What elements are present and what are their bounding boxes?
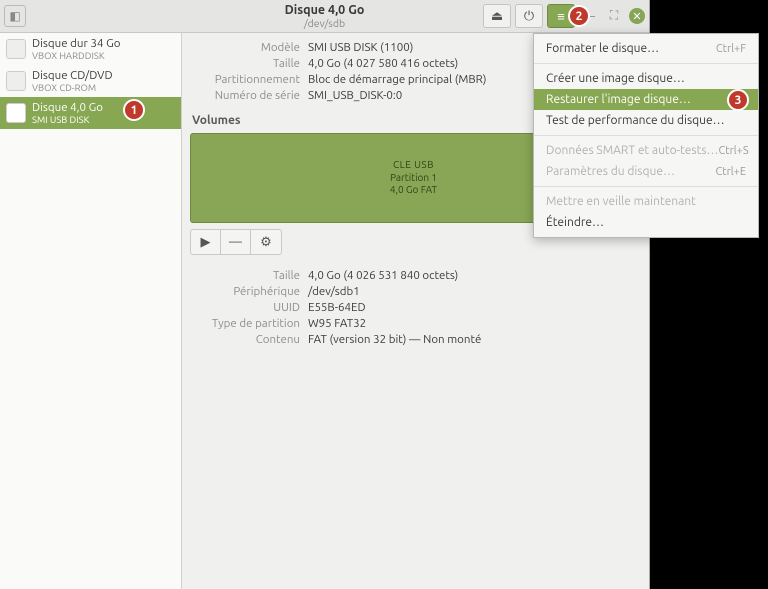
menu-poweroff[interactable]: Éteindre… [534,212,758,233]
hdd-icon [6,39,26,59]
partition-props: Taille 4,0 Go (4 026 531 840 octets) Péri… [190,269,637,346]
power-button[interactable]: ⏻ [515,4,543,28]
volume-partition-label: Partition 1 [390,172,437,185]
menu-restore-image[interactable]: Restaurer l'image disque… [534,89,758,110]
restore-button[interactable]: ⛶ [607,9,621,23]
annotation-badge-1: 1 [123,99,145,121]
menu-separator [534,186,758,187]
menu-separator [534,63,758,64]
sidebar-item-usb[interactable]: Disque 4,0 Go SMI USB DISK [0,97,181,129]
header-buttons: ⏏ ⏻ ≡ – ⛶ ✕ [479,4,645,28]
close-button[interactable]: ✕ [629,8,645,24]
volume-toolbar: ▶ — ⚙ [190,229,282,255]
menu-create-image[interactable]: Créer une image disque… [534,68,758,89]
power-icon: ⏻ [524,9,534,24]
annotation-badge-3: 3 [727,89,749,111]
prop-key: Contenu [190,333,300,346]
prop-value: 4,0 Go (4 026 531 840 octets) [308,269,637,282]
prop-value: E55B-64ED [308,301,637,314]
prop-value: W95 FAT32 [308,317,637,330]
sidebar-item-sublabel: SMI USB DISK [32,114,103,125]
eject-icon: ⏏ [491,9,503,24]
menu-smart: Données SMART et auto-tests…Ctrl+S [534,140,758,161]
close-icon: ✕ [632,10,641,23]
minus-icon: — [221,230,250,254]
prop-key: Taille [190,57,300,70]
sidebar-item-sublabel: VBOX HARDDISK [32,50,120,61]
sidebar-item-cd[interactable]: Disque CD/DVD VBOX CD-ROM [0,65,181,97]
prop-value: FAT (version 32 bit) — Non monté [308,333,637,346]
delete-partition-button[interactable]: — [221,230,251,254]
drive-menu-popover: Formater le disque…Ctrl+F Créer une imag… [533,33,759,238]
prop-key: UUID [190,301,300,314]
titlebar: ◧ Disque 4,0 Go /dev/sdb ⏏ ⏻ ≡ – ⛶ ✕ [0,0,649,33]
menu-benchmark[interactable]: Test de performance du disque… [534,110,758,131]
prop-key: Périphérique [190,285,300,298]
mount-button[interactable]: ▶ [191,230,221,254]
prop-key: Partitionnement [190,73,300,86]
prop-value: /dev/sdb1 [308,285,637,298]
annotation-badge-2: 2 [568,5,590,27]
menu-standby: Mettre en veille maintenant [534,191,758,212]
sidebar-item-label: Disque dur 34 Go [32,37,120,50]
prop-key: Type de partition [190,317,300,330]
volume-size-label: 4,0 Go FAT [390,184,437,197]
menu-drive-settings: Paramètres du disque…Ctrl+E [534,161,758,182]
menu-separator [534,135,758,136]
usb-disk-icon [6,103,26,123]
play-icon: ▶ [191,230,220,254]
prop-key: Modèle [190,41,300,54]
window-controls: – ⛶ ✕ [585,8,645,24]
cd-icon [6,71,26,91]
restore-icon: ⛶ [610,9,618,23]
sidebar-item-label: Disque CD/DVD [32,69,113,82]
gear-icon: ⚙ [251,230,281,254]
prop-key: Numéro de série [190,89,300,102]
sidebar-item-hdd[interactable]: Disque dur 34 Go VBOX HARDDISK [0,33,181,65]
prop-key: Taille [190,269,300,282]
sidebar-item-label: Disque 4,0 Go [32,101,103,114]
volume-settings-button[interactable]: ⚙ [251,230,281,254]
menu-format-disk[interactable]: Formater le disque…Ctrl+F [534,38,758,59]
app-window: ◧ Disque 4,0 Go /dev/sdb ⏏ ⏻ ≡ – ⛶ ✕ Dis… [0,0,650,589]
eject-button[interactable]: ⏏ [483,4,511,28]
disk-sidebar: Disque dur 34 Go VBOX HARDDISK Disque CD… [0,33,182,589]
volume-label: CLE USB [390,159,437,172]
volume-partition: CLE USB Partition 1 4,0 Go FAT [390,159,437,197]
disks-app-icon: ◧ [4,5,26,27]
hamburger-icon: ≡ [557,9,565,24]
sidebar-item-sublabel: VBOX CD-ROM [32,82,113,93]
